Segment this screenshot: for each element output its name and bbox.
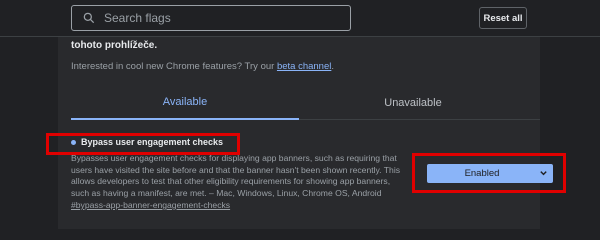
flag-anchor-link[interactable]: #bypass-app-banner-engagement-checks xyxy=(71,200,230,210)
tab-bar: Available Unavailable xyxy=(71,85,540,120)
top-bar: Reset all xyxy=(0,0,600,37)
intro-text: Interested in cool new Chrome features? … xyxy=(71,61,334,72)
tab-unavailable[interactable]: Unavailable xyxy=(299,85,527,120)
select-highlight-box xyxy=(412,153,566,193)
intro-bold-text: tohoto prohlížeče. xyxy=(71,40,158,51)
intro-prefix: Interested in cool new Chrome features? … xyxy=(71,61,277,72)
title-highlight-box xyxy=(46,133,240,155)
reset-all-button[interactable]: Reset all xyxy=(479,7,527,29)
beta-channel-link[interactable]: beta channel xyxy=(277,61,331,72)
flags-page: Reset all tohoto prohlížeče. Interested … xyxy=(0,0,600,229)
tab-available[interactable]: Available xyxy=(71,85,299,120)
intro-suffix: . xyxy=(331,61,334,72)
search-input[interactable] xyxy=(101,7,341,29)
search-icon xyxy=(77,6,101,30)
flag-description: Bypasses user engagement checks for disp… xyxy=(71,153,401,198)
search-box[interactable] xyxy=(71,5,351,31)
